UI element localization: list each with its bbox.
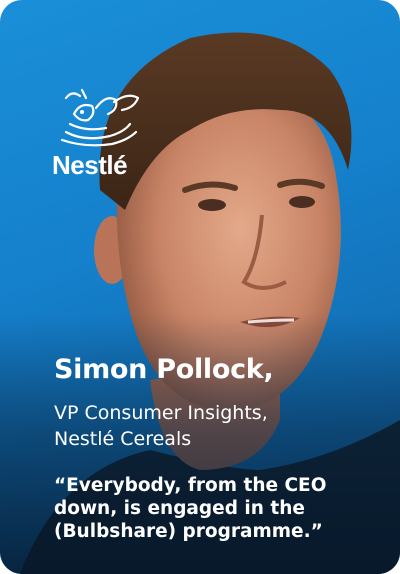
quote-line: (Bulbshare) programme.” <box>54 521 323 542</box>
testimonial-quote: “Everybody, from the CEO down, is engage… <box>54 474 384 543</box>
role-line: VP Consumer Insights, <box>54 402 268 424</box>
role-line: Nestlé Cereals <box>54 428 192 450</box>
person-role: VP Consumer Insights, Nestlé Cereals <box>54 400 374 452</box>
nestle-logo: Nestlé <box>52 84 148 184</box>
quote-line: “Everybody, from the CEO <box>54 475 327 496</box>
quote-line: down, is engaged in the <box>54 498 305 519</box>
nest-bird-icon <box>60 88 140 147</box>
testimonial-card: Nestlé Simon Pollock, VP Consumer Insigh… <box>0 0 400 574</box>
person-name: Simon Pollock, <box>54 354 274 385</box>
nestle-wordmark: Nestlé <box>52 150 128 180</box>
